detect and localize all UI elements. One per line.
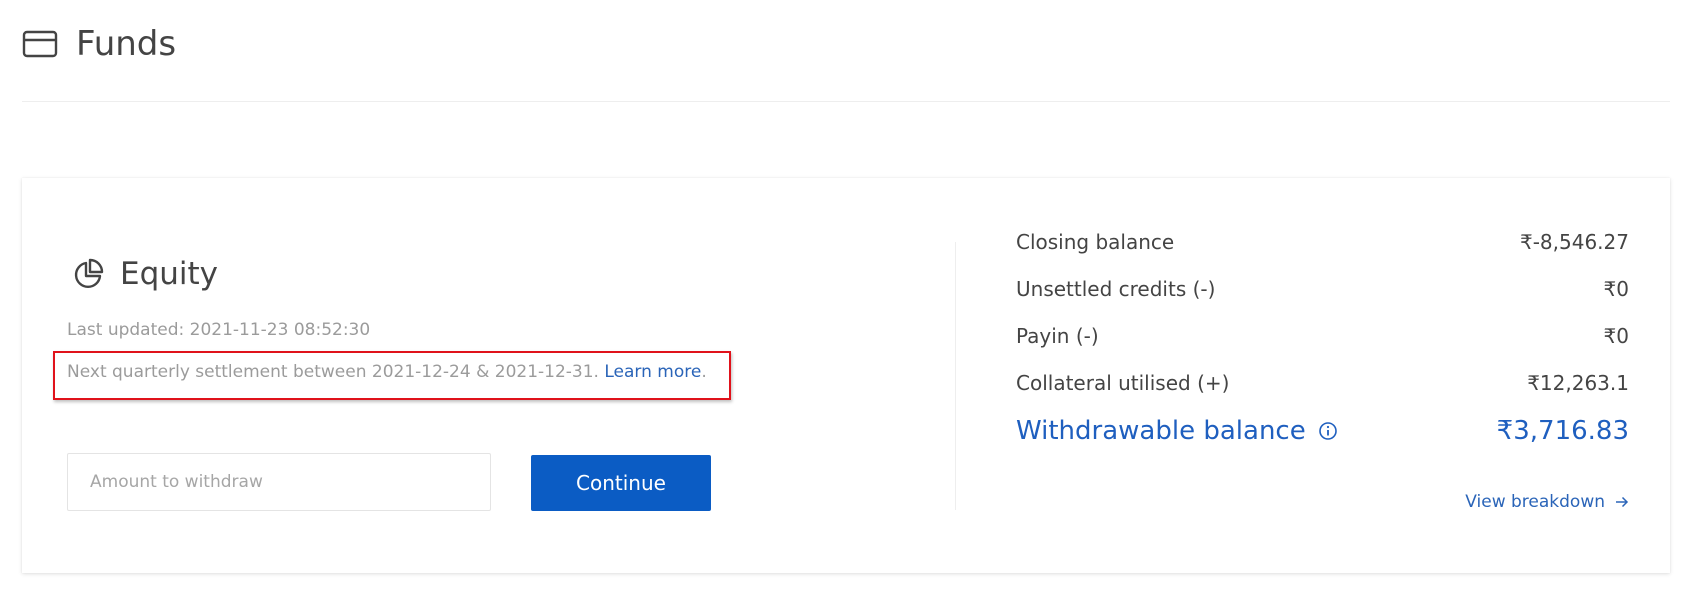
settlement-suffix: . [701,362,707,382]
collateral-utilised-label: Collateral utilised (+) [1016,371,1230,395]
view-breakdown-link[interactable]: View breakdown [1465,492,1629,512]
continue-button[interactable]: Continue [531,455,711,511]
learn-more-link[interactable]: Learn more [604,362,701,382]
equity-panel: Equity Last updated: 2021-11-23 08:52:30… [53,178,927,573]
withdrawable-balance-row: Withdrawable balance ₹3,716.83 [1016,416,1629,446]
unsettled-credits-row: Unsettled credits (-) ₹0 [1016,277,1629,301]
amount-to-withdraw-input[interactable] [67,453,491,511]
balance-summary: Closing balance ₹-8,546.27 Unsettled cre… [1016,178,1629,573]
arrow-right-icon [1615,496,1629,508]
withdrawable-balance-value: ₹3,716.83 [1496,416,1629,446]
payin-value: ₹0 [1603,324,1629,348]
withdrawable-balance-label: Withdrawable balance [1016,416,1306,446]
equity-card: Equity Last updated: 2021-11-23 08:52:30… [22,178,1670,573]
closing-balance-value: ₹-8,546.27 [1519,230,1629,254]
equity-title: Equity [120,256,219,292]
header-divider [22,101,1670,102]
page-title: Funds [76,24,177,64]
unsettled-credits-value: ₹0 [1603,277,1629,301]
funds-page: Funds Equity Last updated: 2021-11-23 08… [0,0,1693,595]
settlement-notice: Next quarterly settlement between 2021-1… [67,362,707,382]
last-updated-text: Last updated: 2021-11-23 08:52:30 [67,320,371,340]
info-icon[interactable] [1318,421,1338,441]
unsettled-credits-label: Unsettled credits (-) [1016,277,1216,301]
withdrawable-balance-heading: Withdrawable balance [1016,416,1338,446]
settlement-text: Next quarterly settlement between 2021-1… [67,362,605,382]
view-breakdown-label: View breakdown [1465,492,1605,512]
card-icon [22,29,60,59]
payin-label: Payin (-) [1016,324,1099,348]
pie-chart-icon [72,257,106,291]
collateral-utilised-row: Collateral utilised (+) ₹12,263.1 [1016,371,1629,395]
collateral-utilised-value: ₹12,263.1 [1527,371,1629,395]
closing-balance-row: Closing balance ₹-8,546.27 [1016,230,1629,254]
equity-heading: Equity [67,252,218,296]
page-header: Funds [22,14,176,74]
panel-divider [955,242,956,510]
payin-row: Payin (-) ₹0 [1016,324,1629,348]
closing-balance-label: Closing balance [1016,230,1175,254]
